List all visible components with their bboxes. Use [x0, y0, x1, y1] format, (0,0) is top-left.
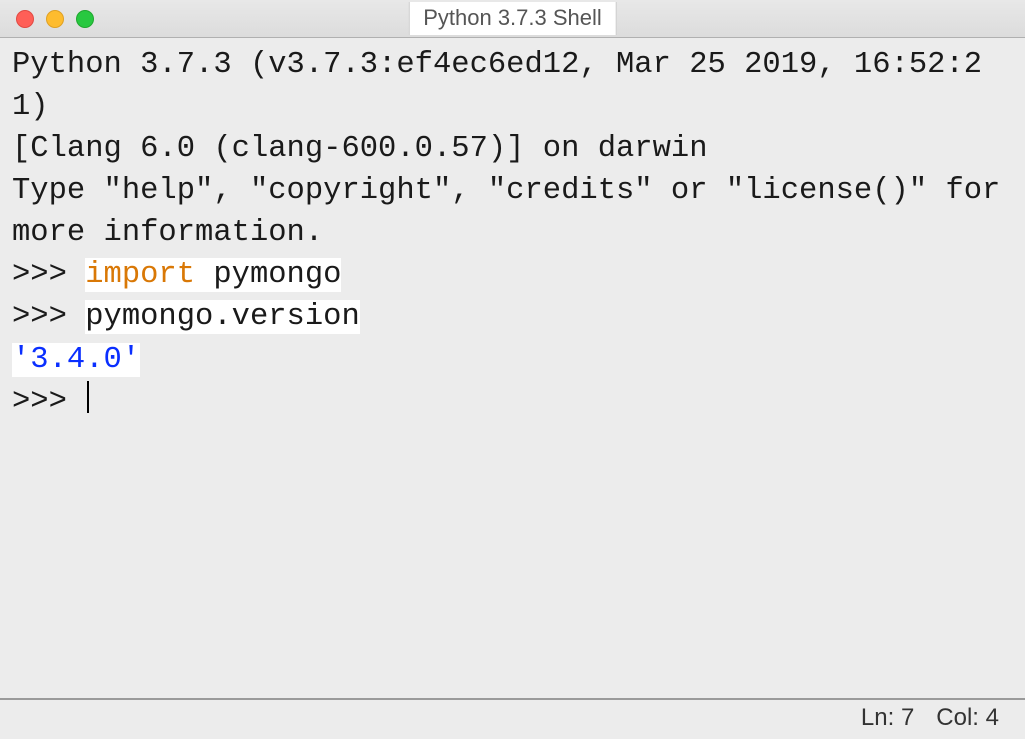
- minimize-icon[interactable]: [46, 10, 64, 28]
- keyword-import: import: [85, 258, 195, 292]
- prompt: >>>: [12, 258, 85, 292]
- cursor-icon: [87, 381, 89, 413]
- banner-line2: [Clang 6.0 (clang-600.0.57)] on darwin: [12, 132, 708, 166]
- prompt: >>>: [12, 300, 85, 334]
- output-string: '3.4.0': [12, 343, 140, 377]
- window-title-wrap: Python 3.7.3 Shell: [408, 2, 617, 35]
- status-col: Col: 4: [936, 704, 999, 732]
- banner-line3: Type "help", "copyright", "credits" or "…: [12, 174, 1019, 250]
- titlebar: Python 3.7.3 Shell: [0, 0, 1025, 38]
- status-line: Ln: 7: [861, 704, 914, 732]
- prompt: >>>: [12, 385, 85, 419]
- maximize-icon[interactable]: [76, 10, 94, 28]
- banner-line1: Python 3.7.3 (v3.7.3:ef4ec6ed12, Mar 25 …: [12, 48, 982, 124]
- statusbar: Ln: 7 Col: 4: [0, 698, 1025, 736]
- shell-output[interactable]: Python 3.7.3 (v3.7.3:ef4ec6ed12, Mar 25 …: [0, 38, 1025, 698]
- cmd1-rest: pymongo: [195, 258, 341, 292]
- cmd2: pymongo.version: [85, 300, 360, 334]
- close-icon[interactable]: [16, 10, 34, 28]
- traffic-lights: [16, 10, 94, 28]
- window-title: Python 3.7.3 Shell: [423, 5, 602, 30]
